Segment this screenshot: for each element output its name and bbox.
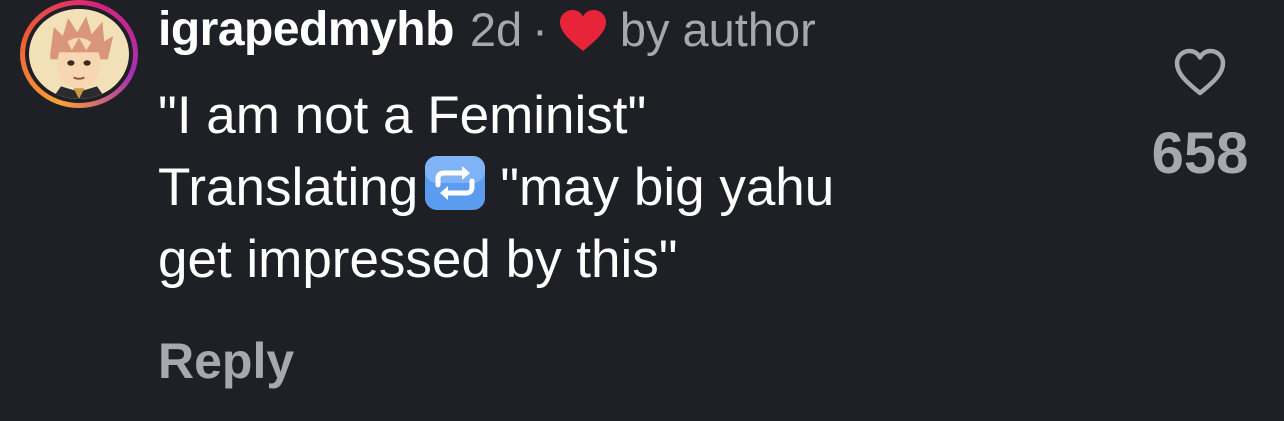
- heart-outline-icon[interactable]: [1172, 46, 1228, 98]
- avatar-story-ring[interactable]: [20, 0, 138, 108]
- like-section: 658: [1128, 46, 1272, 187]
- comment-line-2-quote: "may big yahu: [500, 158, 835, 217]
- separator-dot: ·: [532, 2, 548, 56]
- comment-header: igrapedmyhb 2d · by author: [158, 0, 816, 58]
- avatar: [29, 9, 129, 99]
- comment-line-2-text: Translating: [158, 158, 419, 217]
- avatar-anime-character-icon: [34, 9, 124, 99]
- repeat-button-icon: [424, 155, 486, 211]
- comment-text: "I am not a Feminist" Translating "may b…: [158, 80, 1078, 296]
- like-count: 658: [1151, 121, 1249, 186]
- comment-card: igrapedmyhb 2d · by author "I am not a F…: [0, 0, 1284, 421]
- liked-by-author-label: by author: [619, 2, 816, 56]
- avatar-gap: [25, 5, 133, 103]
- comment-line-3: get impressed by this": [158, 230, 678, 289]
- comment-line-1: "I am not a Feminist": [158, 86, 647, 145]
- comment-line-2: Translating "may big yahu: [158, 152, 1078, 224]
- username-link[interactable]: igrapedmyhb: [158, 2, 454, 57]
- reply-button[interactable]: Reply: [158, 332, 294, 390]
- author-liked-heart-icon: [558, 9, 608, 53]
- comment-age: 2d: [469, 2, 523, 56]
